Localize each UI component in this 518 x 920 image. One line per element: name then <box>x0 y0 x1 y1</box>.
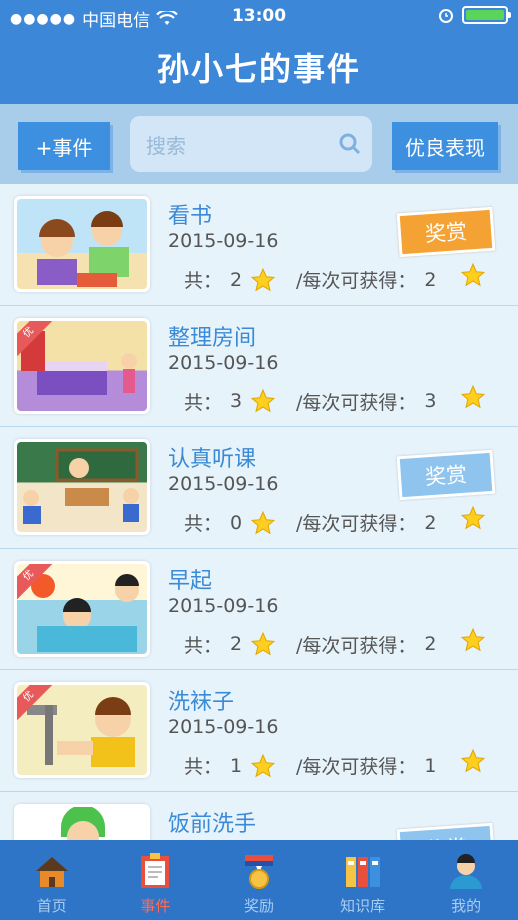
medal-icon <box>244 855 273 889</box>
event-row[interactable]: 饭前洗手 奖赏 <box>0 792 518 840</box>
star-icon <box>460 627 486 651</box>
total-value: 1 <box>230 754 243 777</box>
total-label: 共： <box>184 756 223 778</box>
total-label: 共： <box>184 391 223 414</box>
per-label: /每次可获得： <box>296 270 417 292</box>
search-icon[interactable] <box>328 132 372 156</box>
tab-label: 我的 <box>451 897 482 915</box>
status-bar: ●●●●● 中国电信 13:00 <box>0 0 518 34</box>
per-reward: /每次可获得： 2 <box>296 505 486 536</box>
reward-button[interactable]: 奖赏 <box>396 206 496 258</box>
event-date: 2015-09-16 <box>168 230 279 252</box>
per-value: 1 <box>424 754 437 777</box>
reward-button[interactable]: 奖赏 <box>396 822 496 840</box>
per-value: 2 <box>424 268 437 291</box>
star-icon <box>250 753 276 777</box>
event-date: 2015-09-16 <box>168 351 279 374</box>
star-icon <box>250 267 276 291</box>
total-count: 共： 0 <box>184 509 276 536</box>
total-count: 共： 2 <box>184 631 276 658</box>
tab-home[interactable]: 首页 <box>0 840 104 920</box>
event-date: 2015-09-16 <box>168 473 279 495</box>
event-name: 看书 <box>168 204 213 229</box>
event-date: 2015-09-16 <box>168 716 279 738</box>
tab-label: 首页 <box>36 897 67 915</box>
total-label: 共： <box>184 634 223 657</box>
per-value: 2 <box>424 633 437 655</box>
tab-label: 事件 <box>140 897 171 915</box>
clipboard-icon <box>141 853 170 888</box>
tab-label: 知识库 <box>340 897 386 915</box>
total-count: 共： 2 <box>184 266 276 293</box>
tab-rewards[interactable]: 奖励 <box>207 840 311 920</box>
total-value: 3 <box>230 390 243 412</box>
search-placeholder: 搜索 <box>146 133 186 158</box>
good-performance-button[interactable]: 优良表现 <box>392 122 498 170</box>
tab-label: 奖励 <box>243 897 274 915</box>
total-value: 2 <box>230 633 243 655</box>
event-name: 整理房间 <box>168 325 257 351</box>
total-count: 共： 1 <box>184 752 276 779</box>
total-label: 共： <box>184 513 223 535</box>
per-label: /每次可获得： <box>296 391 417 414</box>
app-header: ●●●●● 中国电信 13:00 孙小七的事件 <box>0 0 518 104</box>
event-image <box>14 439 150 535</box>
per-reward: /每次可获得： 2 <box>296 262 486 293</box>
per-value: 3 <box>424 390 437 412</box>
alarm-icon <box>439 9 453 23</box>
event-image <box>14 803 150 840</box>
star-icon <box>460 748 486 773</box>
per-label: /每次可获得： <box>296 634 417 657</box>
event-name: 饭前洗手 <box>168 811 257 837</box>
total-label: 共： <box>184 270 223 292</box>
star-icon <box>250 631 276 656</box>
per-label: /每次可获得： <box>296 756 417 778</box>
search-input[interactable]: 搜索 <box>130 116 372 172</box>
per-reward: /每次可获得： 2 <box>296 627 486 658</box>
event-date: 2015-09-16 <box>168 594 279 617</box>
event-image: 优 <box>14 682 150 778</box>
event-image: 优 <box>14 317 150 414</box>
per-label: /每次可获得： <box>296 513 417 535</box>
home-icon <box>35 857 68 887</box>
star-icon <box>460 384 486 408</box>
total-count: 共： 3 <box>184 388 276 415</box>
star-icon <box>460 262 486 287</box>
event-image <box>14 196 150 292</box>
event-row[interactable]: 优 整理房间 2015-09-16 共： 3 /每次可获得： 3 <box>0 306 518 427</box>
tab-profile[interactable]: 我的 <box>414 840 518 920</box>
battery-icon <box>462 6 511 24</box>
event-row[interactable]: 认真听课 2015-09-16 共： 0 /每次可获得： 2 奖赏 <box>0 427 518 549</box>
tab-events[interactable]: 事件 <box>104 840 208 920</box>
page-title: 孙小七的事件 <box>156 50 361 88</box>
event-row[interactable]: 优 早起 2015-09-16 共： 2 /每次可获得： 2 <box>0 549 518 670</box>
per-value: 2 <box>424 511 437 534</box>
per-reward: /每次可获得： 1 <box>296 748 486 779</box>
event-list: 看书 2015-09-16 共： 2 /每次可获得： 2 奖赏 优 整理房间 201… <box>0 184 518 840</box>
per-reward: /每次可获得： 3 <box>296 384 486 415</box>
event-name: 洗袜子 <box>168 690 235 715</box>
add-event-button[interactable]: +事件 <box>18 122 110 170</box>
event-row[interactable]: 看书 2015-09-16 共： 2 /每次可获得： 2 奖赏 <box>0 184 518 306</box>
books-icon <box>345 857 380 887</box>
user-icon <box>450 854 483 889</box>
event-image: 优 <box>14 560 150 657</box>
reward-button[interactable]: 奖赏 <box>396 449 496 501</box>
event-name: 早起 <box>168 568 213 594</box>
event-row[interactable]: 优 洗袜子 2015-09-16 共： 1 /每次可获得： 1 <box>0 670 518 792</box>
star-icon <box>460 505 486 530</box>
tab-knowledge[interactable]: 知识库 <box>311 840 415 920</box>
toolbar: +事件 搜索 优良表现 <box>0 104 518 184</box>
star-icon <box>250 388 276 413</box>
total-value: 0 <box>230 511 243 534</box>
star-icon <box>250 510 276 534</box>
event-name: 认真听课 <box>168 447 257 472</box>
total-value: 2 <box>230 268 243 291</box>
tab-bar: 首页 事件 奖励 知识库 我的 <box>0 840 518 920</box>
